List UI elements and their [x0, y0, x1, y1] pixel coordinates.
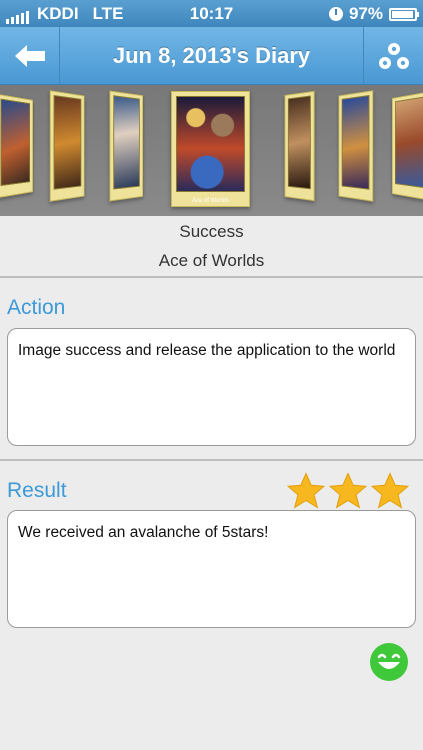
- tarot-card[interactable]: [392, 91, 423, 201]
- status-bar: KDDI LTE 10:17 97%: [0, 0, 423, 27]
- result-text-field[interactable]: We received an avalanche of 5stars!: [7, 510, 416, 628]
- share-icon: [378, 43, 409, 69]
- card-artwork: [176, 96, 245, 192]
- card-title: Ace of Worlds: [158, 251, 265, 270]
- tarot-card[interactable]: [49, 90, 85, 202]
- divider: [0, 276, 423, 278]
- alarm-clock-icon: [328, 7, 343, 21]
- back-button[interactable]: [0, 27, 60, 85]
- action-text-field[interactable]: Image success and release the applicatio…: [7, 328, 416, 446]
- action-label: Action: [7, 296, 66, 319]
- card-carousel[interactable]: Ace of Worlds: [0, 85, 423, 216]
- smiley-icon[interactable]: [369, 642, 409, 682]
- star-icon[interactable]: [329, 472, 367, 509]
- tarot-card[interactable]: [109, 90, 144, 202]
- tarot-card[interactable]: [0, 93, 33, 199]
- arrow-left-icon: [14, 45, 45, 67]
- star-rating[interactable]: [287, 472, 409, 509]
- star-icon[interactable]: [287, 472, 325, 509]
- battery-percent: 97%: [348, 4, 383, 23]
- divider: [0, 459, 423, 461]
- page-title: Jun 8, 2013's Diary: [112, 43, 311, 68]
- share-button[interactable]: [363, 27, 423, 85]
- result-label: Result: [7, 479, 67, 502]
- star-icon[interactable]: [371, 472, 409, 509]
- tarot-card[interactable]: [284, 90, 315, 202]
- navigation-bar: Jun 8, 2013's Diary: [0, 27, 423, 85]
- battery-icon: [389, 7, 419, 21]
- tarot-card-selected[interactable]: Ace of Worlds: [171, 91, 250, 207]
- tarot-card[interactable]: [338, 90, 374, 202]
- card-caption: Ace of Worlds: [191, 198, 230, 204]
- card-name: Success: [179, 222, 244, 241]
